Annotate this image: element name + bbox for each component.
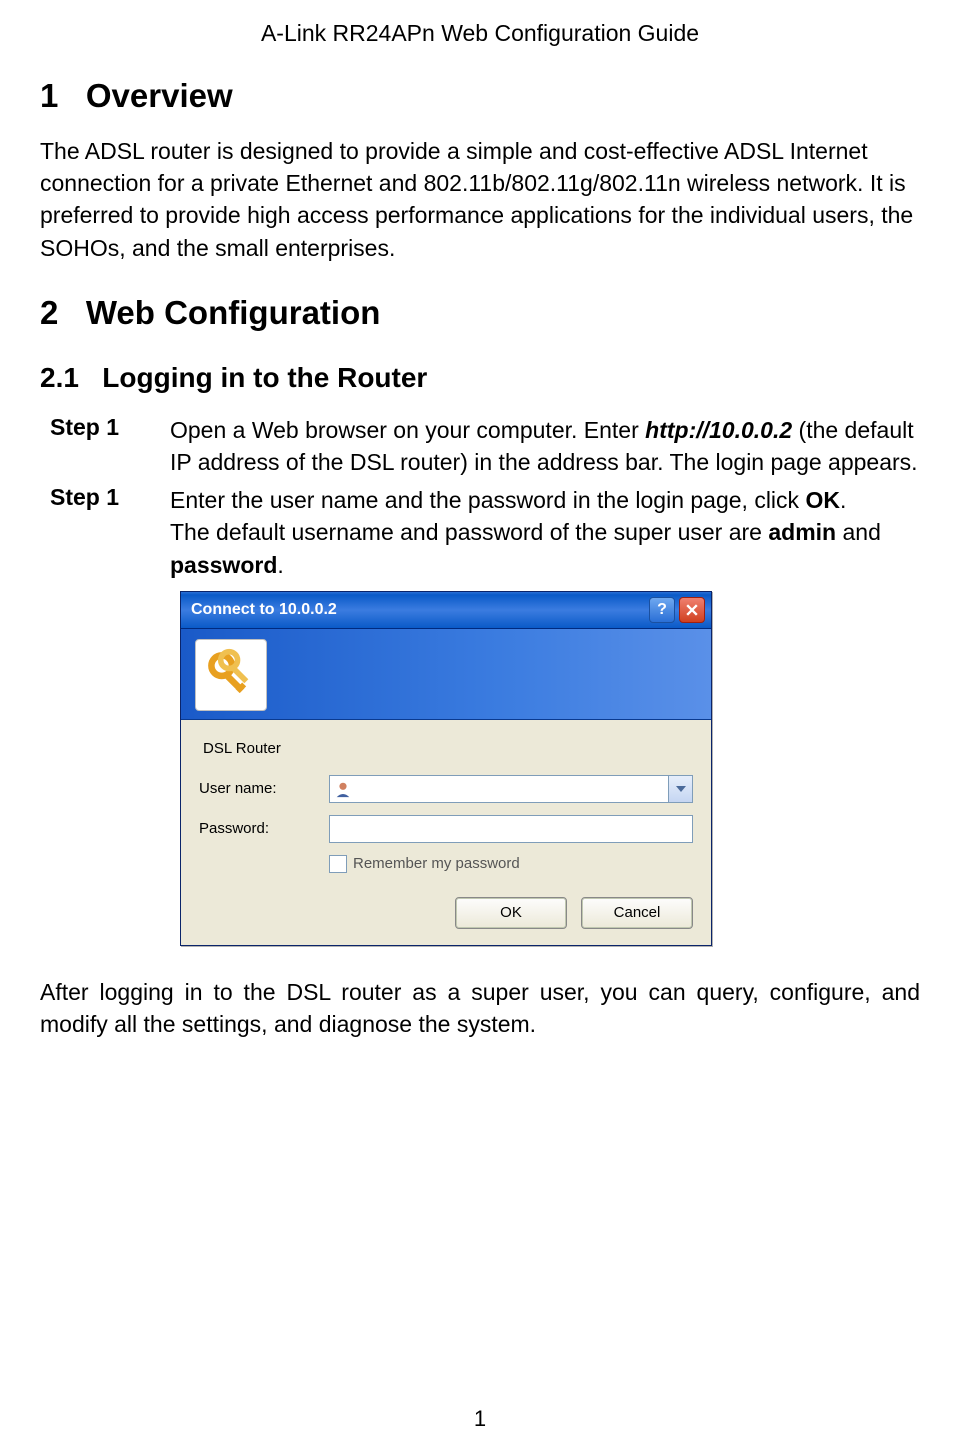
subsection-21-heading: 2.1 Logging in to the Router	[40, 362, 920, 394]
remember-label: Remember my password	[353, 855, 520, 872]
username-dropdown-button[interactable]	[669, 775, 693, 803]
section-1-title: Overview	[86, 77, 233, 114]
remember-row[interactable]: Remember my password	[329, 855, 693, 873]
login-dialog: Connect to 10.0.0.2 ?	[180, 591, 712, 946]
dialog-button-row: OK Cancel	[199, 897, 693, 929]
titlebar[interactable]: Connect to 10.0.0.2 ?	[181, 592, 711, 629]
password-input[interactable]	[329, 815, 693, 843]
page-number: 1	[0, 1406, 960, 1432]
close-button[interactable]	[679, 597, 705, 623]
section-2-heading: 2 Web Configuration	[40, 294, 920, 332]
ok-button[interactable]: OK	[455, 897, 567, 929]
username-row: User name:	[199, 775, 693, 803]
section-1-number: 1	[40, 77, 58, 114]
subsection-21-title: Logging in to the Router	[102, 362, 427, 393]
user-icon	[334, 780, 352, 798]
subsection-21-number: 2.1	[40, 362, 79, 393]
steps-list: Step 1 Open a Web browser on your comput…	[50, 414, 920, 946]
section-2-number: 2	[40, 294, 58, 331]
after-paragraph: After logging in to the DSL router as a …	[40, 976, 920, 1040]
overview-paragraph: The ADSL router is designed to provide a…	[40, 135, 920, 264]
step-row: Step 1 Open a Web browser on your comput…	[50, 414, 920, 478]
dialog-banner	[181, 629, 711, 720]
username-input[interactable]	[329, 775, 669, 803]
password-label: Password:	[199, 820, 329, 837]
remember-checkbox[interactable]	[329, 855, 347, 873]
step-label: Step 1	[50, 484, 170, 511]
username-label: User name:	[199, 780, 329, 797]
section-2-title: Web Configuration	[86, 294, 381, 331]
step-text: Open a Web browser on your computer. Ent…	[170, 414, 920, 478]
cancel-button[interactable]: Cancel	[581, 897, 693, 929]
dialog-body: DSL Router User name:	[181, 720, 711, 945]
section-1-heading: 1 Overview	[40, 77, 920, 115]
document-page: A-Link RR24APn Web Configuration Guide 1…	[0, 0, 960, 1452]
realm-label: DSL Router	[203, 740, 693, 757]
keys-icon	[195, 639, 267, 711]
help-button[interactable]: ?	[649, 597, 675, 623]
close-icon	[686, 604, 698, 616]
header-title: A-Link RR24APn Web Configuration Guide	[40, 20, 920, 47]
step-row: Step 1 Enter the user name and the passw…	[50, 484, 920, 581]
dialog-title: Connect to 10.0.0.2	[191, 601, 645, 619]
step-text: Enter the user name and the password in …	[170, 484, 920, 581]
password-row: Password:	[199, 815, 693, 843]
step-label: Step 1	[50, 414, 170, 441]
chevron-down-icon	[676, 786, 686, 792]
